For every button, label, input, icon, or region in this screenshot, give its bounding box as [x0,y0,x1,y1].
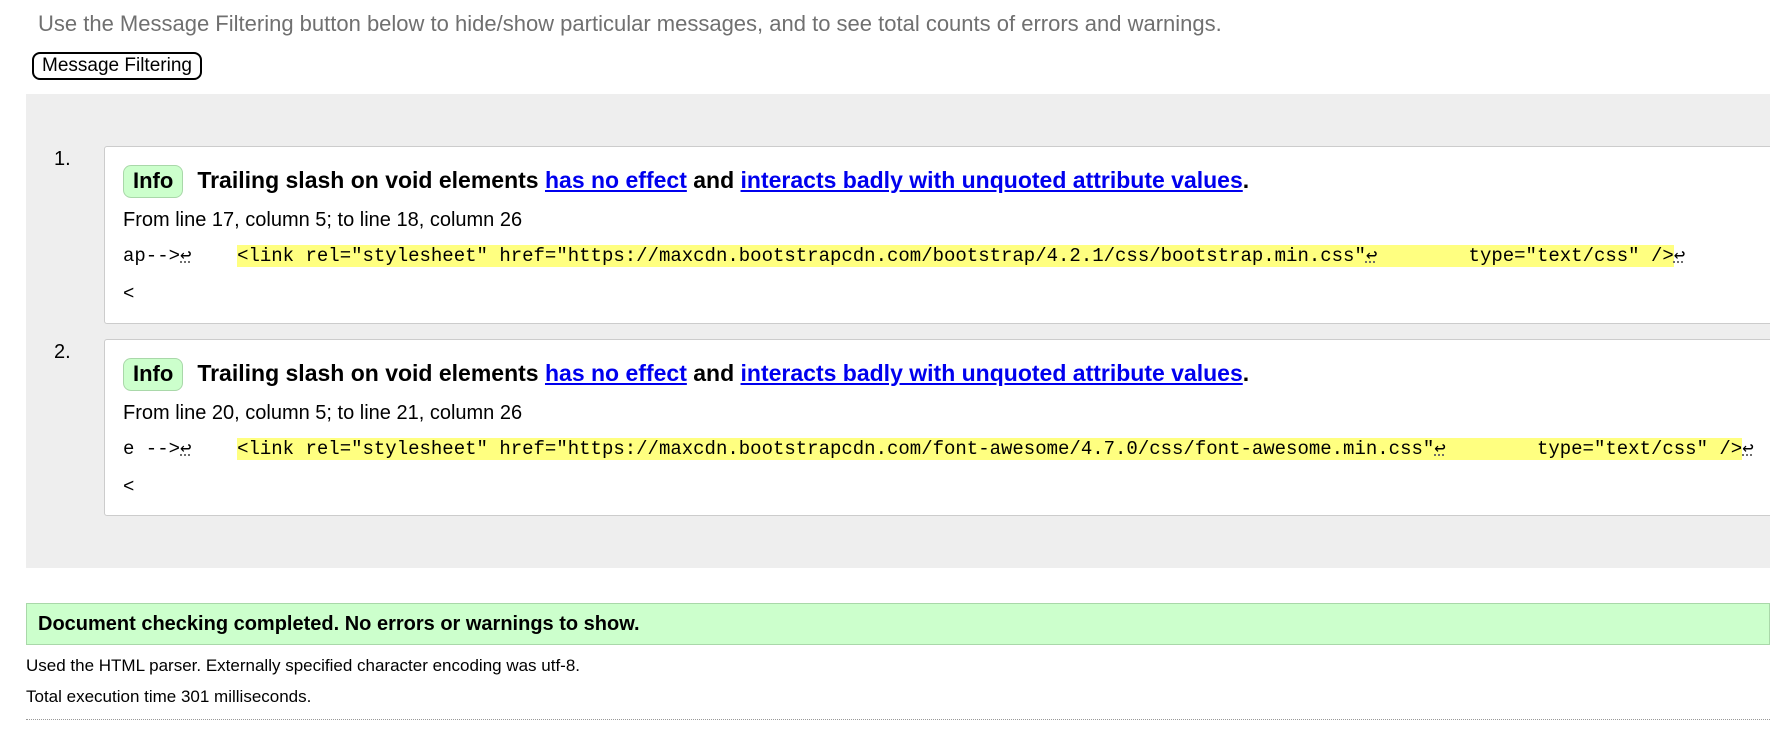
unquoted-attribute-values-link[interactable]: interacts badly with unquoted attribute … [741,167,1243,193]
unquoted-attribute-values-link[interactable]: interacts badly with unquoted attribute … [741,360,1243,386]
extract-prefix: e --> [123,438,181,460]
highlighted-code: <link rel="stylesheet" href="https://max… [237,438,1743,460]
summary-text: Document checking completed. No errors o… [38,613,640,635]
line-feed-icon: ↩ [1742,438,1754,460]
highlighted-code-part: type="text/css" /> [1468,245,1674,267]
message-item: Info Trailing slash on void elements has … [104,146,1770,324]
message-text: Trailing slash on void elements [197,167,539,193]
has-no-effect-link[interactable]: has no effect [545,167,687,193]
highlighted-code-part: type="text/css" /> [1536,438,1743,460]
highlighted-code: <link rel="stylesheet" href="https://max… [237,245,1674,267]
message-end: . [1242,360,1250,386]
message-location: From line 20, column 5; to line 21, colu… [123,402,523,424]
highlighted-code-gap [1377,245,1468,267]
message-text: Trailing slash on void elements [197,360,539,386]
line-feed-icon: ↩ [1365,245,1378,267]
highlighted-code-part: <link rel="stylesheet" href="https://max… [237,245,1366,267]
extract-suffix: < [123,476,135,498]
message-end: . [1242,167,1250,193]
line-feed-icon: ↩ [1434,438,1446,460]
extract-gap [191,245,237,267]
extract-suffix: < [123,283,135,305]
line-feed-icon: ↩ [180,438,192,460]
message-item: Info Trailing slash on void elements has … [104,339,1770,516]
results-panel: 1. Info Trailing slash on void elements h… [26,94,1770,568]
message-number: 2. [54,341,71,363]
message-heading: Info Trailing slash on void elements has … [123,165,1249,198]
success-summary: Document checking completed. No errors o… [26,603,1770,645]
line-feed-icon: ↩ [180,245,192,267]
message-conjunction: and [693,167,735,193]
extract-gap [1754,438,1770,460]
line-feed-icon: ↩ [1673,245,1686,267]
parser-details: Used the HTML parser. Externally specifi… [26,656,581,675]
code-extract: e -->↩ <link rel="stylesheet" href="http… [123,430,1755,506]
message-heading: Info Trailing slash on void elements has … [123,358,1249,391]
info-badge: Info [123,358,184,391]
has-no-effect-link[interactable]: has no effect [545,360,687,386]
message-conjunction: and [693,360,735,386]
message-number: 1. [54,148,71,170]
highlighted-code-part: <link rel="stylesheet" href="https://max… [237,438,1435,460]
execution-time: Total execution time 301 milliseconds. [26,687,312,706]
intro-text: Use the Message Filtering button below t… [38,11,1222,36]
extract-prefix: ap--> [123,245,181,267]
extract-gap [191,438,237,460]
divider [26,719,1770,720]
highlighted-code-gap [1446,438,1537,460]
info-badge: Info [123,165,184,198]
message-location: From line 17, column 5; to line 18, colu… [123,209,523,231]
message-filtering-button[interactable]: Message Filtering [32,52,202,80]
code-extract: ap-->↩ <link rel="stylesheet" href="http… [123,237,1755,313]
